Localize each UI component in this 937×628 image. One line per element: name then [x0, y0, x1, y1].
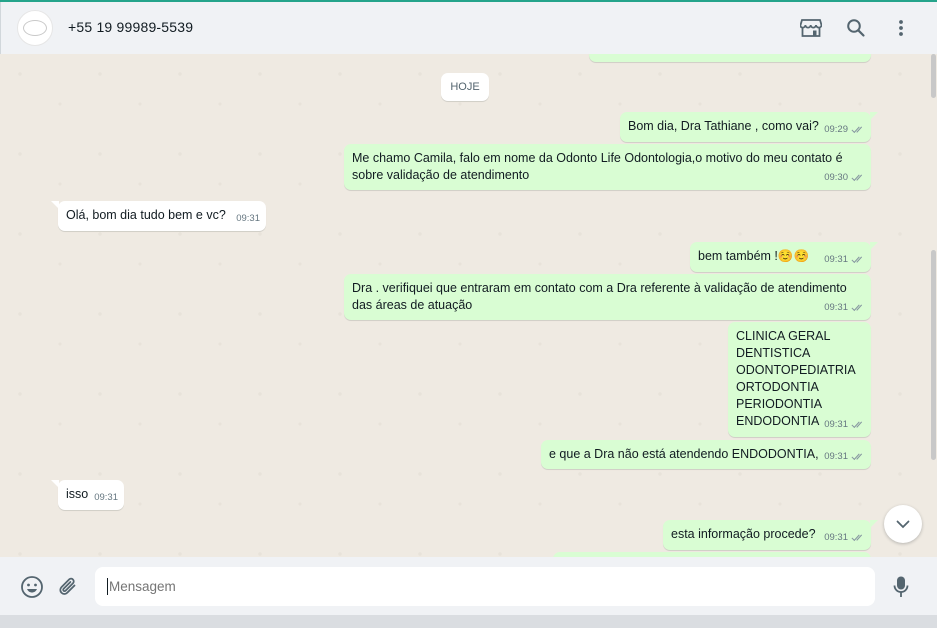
message-input[interactable] [95, 567, 875, 606]
message-time: 09:31 [824, 532, 848, 543]
bubble-tail [870, 242, 878, 250]
partial-message-bubble [589, 54, 871, 62]
message-time: 09:30 [824, 172, 848, 183]
double-check-icon [851, 304, 863, 312]
microphone-icon[interactable] [888, 574, 914, 600]
message-bubble-incoming[interactable]: Olá, bom dia tudo bem e vc? 09:31 [51, 201, 266, 231]
avatar-logo [23, 20, 47, 36]
message-bubble-outgoing[interactable]: esta informação procede? 09:31 [663, 520, 878, 550]
message-time: 09:31 [824, 451, 848, 462]
message-time: 09:31 [236, 213, 260, 224]
message-text: Olá, bom dia tudo bem e vc? [66, 208, 226, 222]
message-text: Bom dia, Dra Tathiane , como vai? [628, 119, 819, 133]
message-bubble-incoming[interactable]: isso 09:31 [51, 480, 124, 510]
double-check-icon [851, 174, 863, 182]
day-badge: HOJE [441, 73, 489, 101]
window-bottom-bar [0, 615, 937, 628]
text-cursor [107, 578, 108, 595]
emoji-icon[interactable] [19, 574, 45, 600]
message-meta: 09:29 [824, 121, 865, 138]
search-icon[interactable] [844, 16, 868, 40]
message-time: 09:31 [824, 302, 848, 313]
scrollbar-thumb[interactable] [931, 250, 936, 460]
message-meta: 09:31 [824, 251, 865, 268]
contact-avatar[interactable] [17, 10, 53, 46]
scrollbar-top-segment [931, 54, 936, 98]
message-time: 09:29 [824, 124, 848, 135]
message-meta: 09:31 [824, 416, 865, 433]
message-time: 09:31 [824, 419, 848, 430]
message-time: 09:31 [94, 492, 118, 503]
double-check-icon [851, 453, 863, 461]
message-meta: 09:31 [94, 489, 118, 506]
message-text: CLINICA GERAL DENTISTICA ODONTOPEDIATRIA… [736, 329, 856, 428]
bubble-tail [870, 520, 878, 528]
message-bubble-outgoing[interactable]: bem também !☺️☺️ 09:31 [690, 242, 878, 272]
message-meta: 09:30 [824, 169, 865, 186]
message-bubble-outgoing[interactable]: Dra . verifiquei que entraram em contato… [344, 274, 871, 320]
message-meta: 09:31 [824, 299, 865, 316]
bubble-tail [870, 112, 878, 120]
double-check-icon [851, 534, 863, 542]
chat-scrollbar[interactable] [930, 54, 937, 557]
chevron-down-icon [896, 520, 910, 528]
message-meta: 09:31 [236, 210, 260, 227]
message-meta: 09:31 [824, 529, 865, 546]
message-text: Dra . verifiquei que entraram em contato… [352, 281, 847, 312]
message-text: esta informação procede? [671, 527, 816, 541]
bubble-tail [51, 480, 59, 488]
contact-name[interactable]: +55 19 99989-5539 [68, 19, 193, 35]
message-meta: 09:31 [824, 448, 865, 465]
bubble-tail [51, 201, 59, 209]
chat-header: +55 19 99989-5539 [0, 2, 937, 54]
message-bubble-outgoing[interactable]: e que a Dra não está atendendo ENDODONTI… [541, 440, 871, 469]
catalog-icon[interactable] [799, 16, 823, 40]
scroll-to-bottom-button[interactable] [884, 505, 922, 543]
message-bubble-outgoing[interactable]: CLINICA GERAL DENTISTICA ODONTOPEDIATRIA… [728, 322, 871, 437]
message-time: 09:31 [824, 254, 848, 265]
compose-bar [0, 557, 937, 615]
message-text: isso [66, 487, 89, 501]
message-bubble-outgoing[interactable]: Bom dia, Dra Tathiane , como vai? 09:29 [620, 112, 878, 142]
message-bubble-outgoing[interactable]: Me chamo Camila, falo em nome da Odonto … [344, 144, 871, 190]
message-text: bem também !☺️☺️ [698, 249, 810, 263]
chat-messages-area[interactable]: HOJE Bom dia, Dra Tathiane , como vai? 0… [0, 54, 930, 557]
message-text: e que a Dra não está atendendo ENDODONTI… [549, 447, 819, 461]
menu-icon[interactable] [889, 16, 913, 40]
attach-icon[interactable] [55, 574, 81, 600]
double-check-icon [851, 421, 863, 429]
double-check-icon [851, 126, 863, 134]
message-text: Me chamo Camila, falo em nome da Odonto … [352, 151, 843, 182]
double-check-icon [851, 256, 863, 264]
